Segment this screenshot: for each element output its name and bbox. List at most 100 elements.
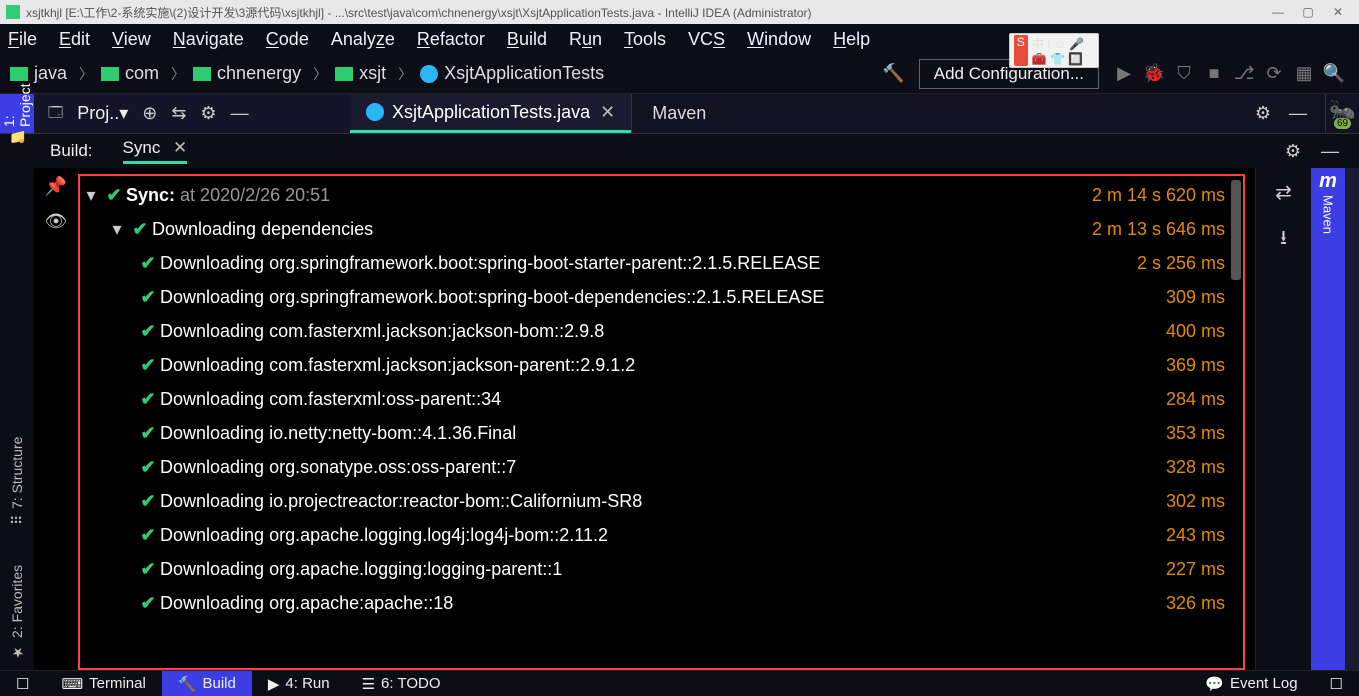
breadcrumb-java[interactable]: java (10, 63, 67, 84)
build-tab[interactable]: 🔨Build (162, 671, 252, 696)
duration: 309 ms (1166, 287, 1225, 308)
maximize-button[interactable]: ▢ (1293, 5, 1323, 19)
left-tool-rail: ★ 2: Favorites ⠿ 7: Structure (0, 168, 34, 670)
project-tool-header: 🗔 Proj..▾ ⊕ ⇆ ⚙ — (34, 94, 350, 133)
duration: 2 m 13 s 646 ms (1092, 219, 1225, 240)
editor-tab-label: XsjtApplicationTests.java (392, 102, 590, 123)
breadcrumb-class[interactable]: XsjtApplicationTests (420, 63, 604, 84)
search-icon[interactable]: 🔍 (1319, 63, 1349, 84)
menu-refactor[interactable]: Refactor (417, 29, 485, 50)
target-icon[interactable]: ⊕ (142, 103, 157, 124)
favorites-tool-tab[interactable]: ★ 2: Favorites (9, 565, 25, 660)
download-item-row[interactable]: ✔Downloading io.netty:netty-bom::4.1.36.… (80, 416, 1243, 450)
close-tab-icon[interactable]: ✕ (600, 102, 615, 123)
download-item-row[interactable]: ✔Downloading org.apache.logging.log4j:lo… (80, 518, 1243, 552)
folder-icon (10, 67, 28, 81)
close-button[interactable]: ✕ (1323, 5, 1353, 19)
structure-icon[interactable]: ▦ (1289, 63, 1319, 84)
todo-tab[interactable]: ☰6: TODO (346, 671, 457, 696)
breadcrumb-com[interactable]: com (101, 63, 159, 84)
reimport-icon[interactable]: ⇄ (1275, 180, 1292, 205)
downloading-root-row[interactable]: ▾ ✔ Downloading dependencies 2 m 13 s 64… (80, 212, 1243, 246)
menu-file[interactable]: File (8, 29, 37, 50)
menu-vcs[interactable]: VCS (688, 29, 725, 50)
download-item-row[interactable]: ✔Downloading org.springframework.boot:sp… (80, 280, 1243, 314)
project-window-icon: 🗔 (48, 102, 63, 126)
build-output: ▾ ✔ Sync: at 2020/2/26 20:51 2 m 14 s 62… (78, 168, 1255, 670)
download-item-row[interactable]: ✔Downloading io.projectreactor:reactor-b… (80, 484, 1243, 518)
download-icon[interactable]: ⭳ (1280, 223, 1287, 257)
menu-navigate[interactable]: Navigate (173, 29, 244, 50)
structure-tool-tab[interactable]: ⠿ 7: Structure (9, 436, 25, 525)
ant-tool-tab[interactable]: 🐜 69 (1325, 94, 1359, 133)
hide-icon[interactable]: — (1321, 141, 1339, 162)
collapse-icon[interactable]: ⇆ (171, 103, 186, 124)
scrollbar-thumb[interactable] (1231, 180, 1241, 280)
download-item-label: Downloading org.apache.logging.log4j:log… (160, 525, 1166, 546)
debug-icon[interactable]: 🐞 (1139, 63, 1169, 84)
ime-indicator: S中 ⁞ ☺ 🎤 🧰 👕 🔲 Add Configuration... (919, 59, 1099, 89)
chevron-down-icon[interactable]: ▾ (80, 185, 102, 206)
sync-root-row[interactable]: ▾ ✔ Sync: at 2020/2/26 20:51 2 m 14 s 62… (80, 178, 1243, 212)
download-item-row[interactable]: ✔Downloading com.fasterxml.jackson:jacks… (80, 314, 1243, 348)
maven-tool-tab[interactable]: m Maven (1311, 168, 1345, 670)
download-item-row[interactable]: ✔Downloading org.apache:apache::18326 ms (80, 586, 1243, 620)
error-stripe (1345, 168, 1359, 670)
minimize-button[interactable]: — (1263, 5, 1293, 19)
menu-tools[interactable]: Tools (624, 29, 666, 50)
menu-view[interactable]: View (112, 29, 151, 50)
download-item-row[interactable]: ✔Downloading org.apache.logging:logging-… (80, 552, 1243, 586)
chevron-down-icon[interactable]: ▾ (106, 219, 128, 240)
class-icon (366, 103, 384, 121)
menu-build[interactable]: Build (507, 29, 547, 50)
menu-code[interactable]: Code (266, 29, 309, 50)
run-tab[interactable]: ▶4: Run (252, 671, 346, 696)
hide-icon[interactable]: — (231, 103, 249, 124)
gear-icon[interactable]: ⚙ (1255, 103, 1271, 124)
run-icon: ▶ (268, 675, 280, 693)
download-item-label: Downloading org.springframework.boot:spr… (160, 287, 1166, 308)
project-tool-tab[interactable]: 📁 1: Project (0, 94, 34, 133)
breadcrumb-xsjt[interactable]: xsjt (335, 63, 386, 84)
eye-icon[interactable]: 👁 (45, 211, 68, 232)
menu-window[interactable]: Window (747, 29, 811, 50)
hide-icon[interactable]: — (1289, 103, 1307, 124)
maven-side-toolbar: ⇄ ⭳ (1255, 168, 1311, 670)
download-item-row[interactable]: ✔Downloading com.fasterxml.jackson:jacks… (80, 348, 1243, 382)
download-item-row[interactable]: ✔Downloading org.springframework.boot:sp… (80, 246, 1243, 280)
pin-icon[interactable]: 📌 (45, 176, 67, 197)
check-icon: ✔ (136, 491, 160, 512)
todo-icon: ☰ (362, 675, 375, 693)
tool-window-toggle[interactable]: ☐ (0, 671, 45, 696)
stop-icon[interactable]: ■ (1199, 63, 1229, 84)
terminal-tab[interactable]: ⌨Terminal (45, 671, 161, 696)
gear-icon[interactable]: ⚙ (1285, 141, 1301, 162)
menu-help[interactable]: Help (833, 29, 870, 50)
maven-m-icon: m (1319, 170, 1337, 193)
folder-icon (335, 67, 353, 81)
download-item-label: Downloading org.apache.logging:logging-p… (160, 559, 1166, 580)
menu-edit[interactable]: Edit (59, 29, 90, 50)
editor-tab[interactable]: XsjtApplicationTests.java ✕ (350, 94, 631, 133)
close-icon[interactable]: ✕ (168, 138, 187, 157)
event-log-tab[interactable]: 💬Event Log (1189, 671, 1313, 696)
update-icon[interactable]: ⟳ (1259, 63, 1289, 84)
project-title[interactable]: Proj..▾ (77, 103, 128, 124)
check-icon: ✔ (136, 355, 160, 376)
menu-analyze[interactable]: Analyze (331, 29, 395, 50)
coverage-icon[interactable]: ⛉ (1169, 63, 1199, 84)
build-icon[interactable]: 🔨 (882, 63, 904, 84)
ime-toolbar[interactable]: S中 ⁞ ☺ 🎤 🧰 👕 🔲 (1009, 33, 1099, 68)
gear-icon[interactable]: ⚙ (200, 103, 216, 124)
download-item-row[interactable]: ✔Downloading com.fasterxml:oss-parent::3… (80, 382, 1243, 416)
sync-tab[interactable]: Sync ✕ (123, 138, 188, 164)
run-icon[interactable]: ▶ (1109, 63, 1139, 84)
window-title-bar: xsjtkhjl [E:\工作\2-系统实施\(2)设计开发\3源代码\xsjt… (0, 0, 1359, 24)
build-tool-header: Build: Sync ✕ ⚙ — (0, 134, 1359, 168)
git-icon[interactable]: ⎇ (1229, 63, 1259, 84)
breadcrumb-chnenergy[interactable]: chnenergy (193, 63, 301, 84)
download-item-row[interactable]: ✔Downloading org.sonatype.oss:oss-parent… (80, 450, 1243, 484)
duration: 326 ms (1166, 593, 1225, 614)
menu-run[interactable]: Run (569, 29, 602, 50)
duration: 227 ms (1166, 559, 1225, 580)
